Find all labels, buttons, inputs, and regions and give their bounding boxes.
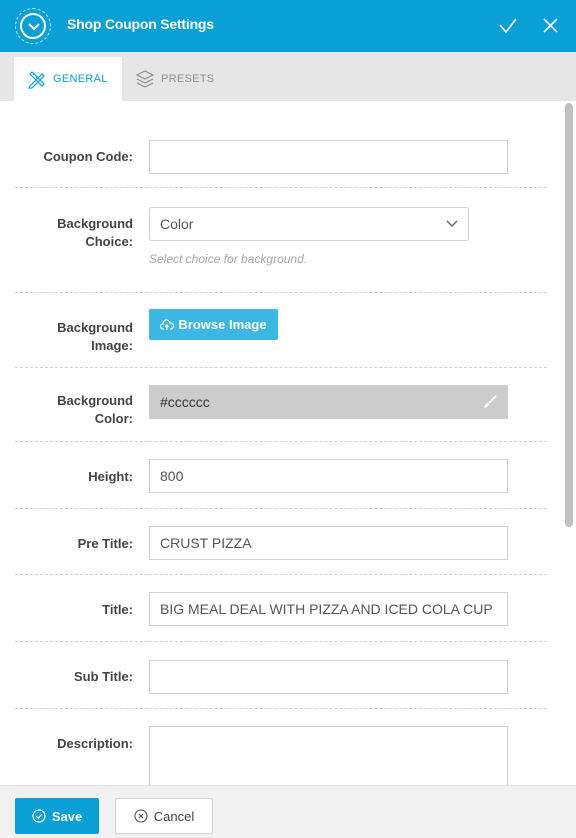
pencil-ruler-icon [28,71,45,89]
background-choice-label: Background Choice: [57,216,133,249]
description-label: Description: [57,736,133,751]
description-textarea[interactable] [149,726,508,785]
row-title: Title: BIG MEAL DEAL WITH PIZZA AND ICED… [15,575,547,642]
cancel-button[interactable]: Cancel [115,798,213,834]
modal-footer: Save Cancel [0,785,576,838]
save-label: Save [51,808,83,824]
pre-title-input[interactable]: CRUST PIZZA [149,526,508,560]
coupon-code-label: Coupon Code: [43,149,133,164]
tab-general[interactable]: GENERAL [14,57,122,101]
sub-title-input[interactable] [149,660,508,694]
check-circle-icon [32,809,46,823]
cancel-label: Cancel [153,808,195,824]
row-pre-title: Pre Title: CRUST PIZZA [15,509,547,575]
background-choice-value: Color [160,216,194,232]
chevron-down-icon [446,220,458,227]
modal-title: Shop Coupon Settings [67,16,214,32]
tab-presets[interactable]: PRESETS [122,57,232,101]
row-background-color: Background Color: #cccccc [15,368,547,442]
height-label: Height: [88,469,133,484]
background-image-label: Background Image: [57,320,133,353]
title-input[interactable]: BIG MEAL DEAL WITH PIZZA AND ICED COLA C… [149,592,508,626]
row-background-image: Background Image: Browse Image [15,293,547,368]
tab-bar: GENERAL PRESETS [0,52,576,101]
row-description: Description: [15,709,547,785]
settings-form: Coupon Code: Background Choice: Color Se… [0,101,576,785]
browse-image-label: Browse Image [178,317,267,332]
paintbrush-icon[interactable] [483,395,497,409]
layers-icon [135,70,155,88]
height-input[interactable]: 800 [149,459,508,493]
scrollbar[interactable] [565,103,573,527]
close-circle-icon [134,809,148,823]
collapse-button[interactable] [15,8,51,44]
background-choice-help: Select choice for background. [149,252,308,266]
modal-header: Shop Coupon Settings [0,0,576,52]
background-color-label: Background Color: [57,393,133,426]
background-color-picker[interactable]: #cccccc [149,385,508,419]
pre-title-label: Pre Title: [77,536,133,551]
close-icon[interactable] [541,16,561,36]
tab-presets-label: PRESETS [161,73,215,85]
background-choice-select[interactable]: Color [149,207,469,241]
sub-title-label: Sub Title: [74,669,133,684]
tab-general-label: GENERAL [53,73,108,85]
chevron-down-icon [20,13,46,39]
row-sub-title: Sub Title: [15,642,547,709]
row-background-choice: Background Choice: Color Select choice f… [15,188,547,293]
save-button[interactable]: Save [15,798,99,834]
background-color-value: #cccccc [160,394,210,410]
row-coupon-code: Coupon Code: [15,101,547,188]
row-height: Height: 800 [15,442,547,509]
coupon-code-input[interactable] [149,140,508,174]
check-icon[interactable] [498,16,518,36]
title-label: Title: [102,602,133,617]
browse-image-button[interactable]: Browse Image [149,309,278,340]
cloud-upload-icon [160,318,175,330]
